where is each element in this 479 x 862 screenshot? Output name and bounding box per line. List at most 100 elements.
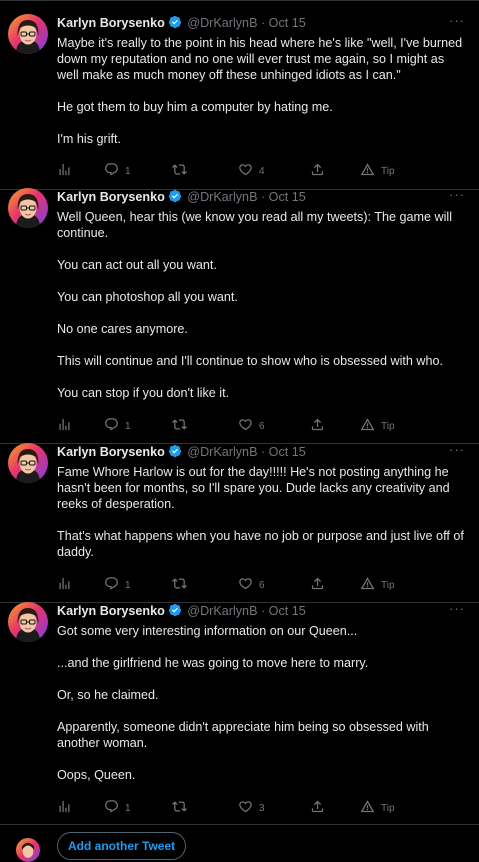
tweet-paragraph: You can stop if you don't like it.	[57, 386, 230, 400]
separator-dot: ·	[260, 445, 266, 459]
analytics-icon	[57, 417, 72, 435]
tweet-paragraph: You can act out all you want.	[57, 258, 217, 272]
avatar[interactable]	[8, 188, 48, 228]
reply-button[interactable]: 1	[104, 163, 131, 179]
author-name[interactable]: Karlyn Borysenko	[57, 16, 165, 30]
tip-label: Tip	[381, 420, 395, 432]
tip-icon	[360, 162, 375, 180]
tweet-date[interactable]: Oct 15	[269, 190, 306, 204]
like-button[interactable]: 4	[238, 163, 265, 179]
verified-badge-icon	[168, 15, 182, 29]
tweet-header: Karlyn Borysenko @DrKarlynB · Oct 15 ···	[57, 187, 471, 207]
tweet-date[interactable]: Oct 15	[269, 604, 306, 618]
analytics-button[interactable]	[57, 577, 72, 593]
like-button[interactable]: 6	[238, 577, 265, 593]
retweet-button[interactable]	[172, 163, 193, 179]
add-another-tweet-button[interactable]: Add another Tweet	[57, 832, 187, 860]
like-button[interactable]: 3	[238, 800, 265, 816]
tip-icon	[360, 799, 375, 817]
author-handle[interactable]: @DrKarlynB	[187, 604, 257, 618]
like-button[interactable]: 6	[238, 418, 265, 434]
tweet[interactable]: Karlyn Borysenko @DrKarlynB · Oct 15 ···…	[0, 13, 479, 190]
retweet-button[interactable]	[172, 800, 193, 816]
composer-avatar	[16, 838, 40, 862]
author-handle[interactable]: @DrKarlynB	[187, 190, 257, 204]
analytics-button[interactable]	[57, 418, 72, 434]
author-handle[interactable]: @DrKarlynB	[187, 16, 257, 30]
reply-button[interactable]: 1	[104, 418, 131, 434]
more-options-icon[interactable]: ···	[449, 601, 465, 616]
like-count: 3	[259, 802, 265, 814]
avatar[interactable]	[8, 443, 48, 483]
tweet-date[interactable]: Oct 15	[269, 445, 306, 459]
tweet-date[interactable]: Oct 15	[269, 16, 306, 30]
heart-icon	[238, 162, 253, 180]
tweet-paragraph: This will continue and I'll continue to …	[57, 354, 444, 368]
author-handle[interactable]: @DrKarlynB	[187, 445, 257, 459]
tip-icon	[360, 576, 375, 594]
reply-button[interactable]: 1	[104, 800, 131, 816]
reply-button[interactable]: 1	[104, 577, 131, 593]
retweet-button[interactable]	[172, 418, 193, 434]
avatar[interactable]	[8, 14, 48, 54]
tweet-header: Karlyn Borysenko @DrKarlynB · Oct 15 ···	[57, 442, 471, 462]
heart-icon	[238, 576, 253, 594]
tweet-paragraph: Oops, Queen.	[57, 768, 136, 782]
tweet-text: Maybe it's really to the point in his he…	[57, 35, 467, 147]
tweet-paragraph: I'm his grift.	[57, 132, 121, 146]
tip-label: Tip	[381, 579, 395, 591]
author-name[interactable]: Karlyn Borysenko	[57, 604, 165, 618]
retweet-icon	[172, 162, 187, 180]
analytics-icon	[57, 576, 72, 594]
verified-badge-icon	[168, 189, 182, 203]
share-button[interactable]	[310, 577, 325, 593]
tip-icon	[360, 417, 375, 435]
more-options-icon[interactable]: ···	[449, 442, 465, 457]
retweet-button[interactable]	[172, 577, 193, 593]
author-name[interactable]: Karlyn Borysenko	[57, 190, 165, 204]
add-tweet-row: Add another Tweet	[0, 832, 479, 862]
tweet[interactable]: Karlyn Borysenko @DrKarlynB · Oct 15 ···…	[0, 601, 479, 825]
tweet[interactable]: Karlyn Borysenko @DrKarlynB · Oct 15 ···…	[0, 442, 479, 603]
tweet-text: Got some very interesting information on…	[57, 623, 467, 783]
share-icon	[310, 799, 325, 817]
share-button[interactable]	[310, 163, 325, 179]
heart-icon	[238, 417, 253, 435]
analytics-button[interactable]	[57, 163, 72, 179]
tweet-paragraph: Fame Whore Harlow is out for the day!!!!…	[57, 465, 454, 511]
tip-label: Tip	[381, 165, 395, 177]
verified-badge-icon	[168, 444, 182, 458]
tweet-paragraph: Or, so he claimed.	[57, 688, 159, 702]
tip-label: Tip	[381, 802, 395, 814]
reply-count: 1	[125, 802, 131, 814]
tweet-paragraph: Apparently, someone didn't appreciate hi…	[57, 720, 433, 750]
avatar[interactable]	[8, 602, 48, 642]
share-button[interactable]	[310, 418, 325, 434]
author-name[interactable]: Karlyn Borysenko	[57, 445, 165, 459]
tweet-text: Well Queen, hear this (we know you read …	[57, 209, 467, 401]
tip-button[interactable]: Tip	[360, 418, 395, 434]
retweet-icon	[172, 799, 187, 817]
tweet-actions: 1 3 Tip	[57, 800, 467, 816]
tweet-paragraph: No one cares anymore.	[57, 322, 188, 336]
heart-icon	[238, 799, 253, 817]
tweet-header: Karlyn Borysenko @DrKarlynB · Oct 15 ···	[57, 13, 471, 33]
tweet-header: Karlyn Borysenko @DrKarlynB · Oct 15 ···	[57, 601, 471, 621]
tweet[interactable]: Karlyn Borysenko @DrKarlynB · Oct 15 ···…	[0, 187, 479, 444]
reply-icon	[104, 417, 119, 435]
tweet-text: Fame Whore Harlow is out for the day!!!!…	[57, 464, 467, 560]
reply-icon	[104, 162, 119, 180]
analytics-icon	[57, 162, 72, 180]
share-button[interactable]	[310, 800, 325, 816]
tip-button[interactable]: Tip	[360, 163, 395, 179]
verified-badge-icon	[168, 603, 182, 617]
analytics-button[interactable]	[57, 800, 72, 816]
more-options-icon[interactable]: ···	[449, 187, 465, 202]
tip-button[interactable]: Tip	[360, 800, 395, 816]
tweet-actions: 1 4 Tip	[57, 163, 467, 179]
share-icon	[310, 162, 325, 180]
separator-dot: ·	[260, 16, 266, 30]
reply-count: 1	[125, 165, 131, 177]
tip-button[interactable]: Tip	[360, 577, 395, 593]
more-options-icon[interactable]: ···	[449, 13, 465, 28]
